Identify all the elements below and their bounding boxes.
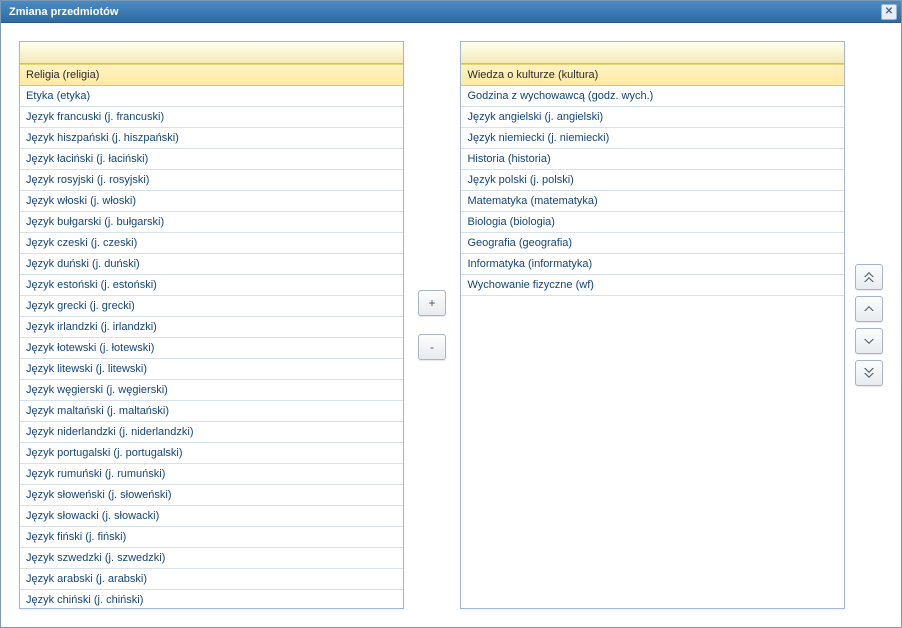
list-item[interactable]: Religia (religia) [20,64,403,86]
list-item[interactable]: Matematyka (matematyka) [461,191,844,212]
list-item[interactable]: Język bułgarski (j. bułgarski) [20,212,403,233]
list-item[interactable]: Język niderlandzki (j. niderlandzki) [20,422,403,443]
list-item[interactable]: Język polski (j. polski) [461,170,844,191]
list-item[interactable]: Język fiński (j. fiński) [20,527,403,548]
list-item[interactable]: Język irlandzki (j. irlandzki) [20,317,403,338]
list-item[interactable]: Język duński (j. duński) [20,254,403,275]
list-item[interactable]: Historia (historia) [461,149,844,170]
list-item[interactable]: Język francuski (j. francuski) [20,107,403,128]
list-item[interactable]: Język hiszpański (j. hiszpański) [20,128,403,149]
window: Zmiana przedmiotów ✕ Religia (religia)Et… [0,0,902,628]
move-bottom-button[interactable] [855,360,883,386]
content-area: Religia (religia)Etyka (etyka)Język fran… [1,23,901,627]
list-item[interactable]: Język angielski (j. angielski) [461,107,844,128]
available-list-panel: Religia (religia)Etyka (etyka)Język fran… [19,41,404,609]
transfer-buttons: + - [414,41,451,609]
list-item[interactable]: Geografia (geografia) [461,233,844,254]
double-down-icon [863,367,875,379]
list-item[interactable]: Język rumuński (j. rumuński) [20,464,403,485]
list-item[interactable]: Język litewski (j. litewski) [20,359,403,380]
list-item[interactable]: Etyka (etyka) [20,86,403,107]
close-button[interactable]: ✕ [881,4,897,20]
list-item[interactable]: Język maltański (j. maltański) [20,401,403,422]
list-item[interactable]: Język węgierski (j. węgierski) [20,380,403,401]
available-list-header [20,42,403,64]
move-up-button[interactable] [855,296,883,322]
titlebar[interactable]: Zmiana przedmiotów ✕ [1,1,901,23]
remove-button[interactable]: - [418,334,446,360]
list-item[interactable]: Język słowacki (j. słowacki) [20,506,403,527]
list-item[interactable]: Godzina z wychowawcą (godz. wych.) [461,86,844,107]
order-buttons [855,41,883,609]
list-item[interactable]: Język chiński (j. chiński) [20,590,403,608]
move-top-button[interactable] [855,264,883,290]
add-button[interactable]: + [418,290,446,316]
double-up-icon [863,271,875,283]
list-item[interactable]: Informatyka (informatyka) [461,254,844,275]
list-item[interactable]: Język łotewski (j. łotewski) [20,338,403,359]
down-icon [863,335,875,347]
list-item[interactable]: Język szwedzki (j. szwedzki) [20,548,403,569]
close-icon: ✕ [885,6,893,17]
list-item[interactable]: Język łaciński (j. łaciński) [20,149,403,170]
list-item[interactable]: Język włoski (j. włoski) [20,191,403,212]
selected-list[interactable]: Wiedza o kulturze (kultura)Godzina z wyc… [461,64,844,608]
minus-icon: - [430,340,434,354]
list-item[interactable]: Język słoweński (j. słoweński) [20,485,403,506]
list-item[interactable]: Język czeski (j. czeski) [20,233,403,254]
up-icon [863,303,875,315]
list-item[interactable]: Język rosyjski (j. rosyjski) [20,170,403,191]
available-list[interactable]: Religia (religia)Etyka (etyka)Język fran… [20,64,403,608]
list-item[interactable]: Język arabski (j. arabski) [20,569,403,590]
list-item[interactable]: Język grecki (j. grecki) [20,296,403,317]
selected-list-panel: Wiedza o kulturze (kultura)Godzina z wyc… [460,41,845,609]
list-item[interactable]: Język estoński (j. estoński) [20,275,403,296]
list-item[interactable]: Wychowanie fizyczne (wf) [461,275,844,296]
window-title: Zmiana przedmiotów [9,6,118,18]
list-item[interactable]: Wiedza o kulturze (kultura) [461,64,844,86]
list-item[interactable]: Język niemiecki (j. niemiecki) [461,128,844,149]
list-item[interactable]: Język portugalski (j. portugalski) [20,443,403,464]
plus-icon: + [428,296,435,310]
move-down-button[interactable] [855,328,883,354]
selected-list-header [461,42,844,64]
list-item[interactable]: Biologia (biologia) [461,212,844,233]
